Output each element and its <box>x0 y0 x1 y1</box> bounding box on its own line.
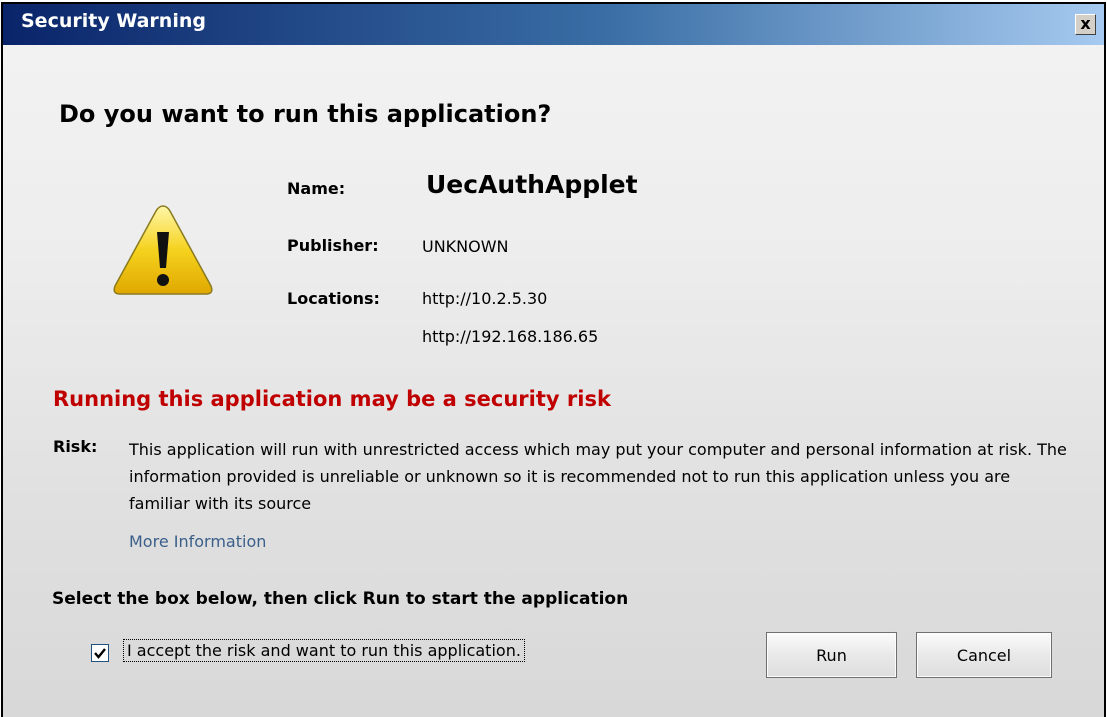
checkmark-icon <box>94 648 106 659</box>
risk-description: This application will run with unrestric… <box>129 440 1067 513</box>
location-item: http://10.2.5.30 <box>422 289 548 308</box>
close-button[interactable]: x <box>1075 14 1096 35</box>
accept-risk-checkbox[interactable] <box>91 644 109 662</box>
risk-label: Risk: <box>53 437 98 456</box>
application-name: UecAuthApplet <box>426 170 638 199</box>
publisher-value: UNKNOWN <box>422 237 509 256</box>
dialog-title: Security Warning <box>21 10 206 32</box>
accept-risk-label[interactable]: I accept the risk and want to run this a… <box>123 639 525 662</box>
more-information-link[interactable]: More Information <box>129 532 266 551</box>
warning-triangle-icon <box>113 205 213 295</box>
title-bar[interactable]: Security Warning x <box>3 4 1104 45</box>
security-warning-dialog: Security Warning x Do you want to run th… <box>1 2 1106 717</box>
run-button[interactable]: Run <box>766 632 897 678</box>
locations-label: Locations: <box>287 289 380 308</box>
dialog-question: Do you want to run this application? <box>59 100 552 128</box>
location-item: http://192.168.186.65 <box>422 327 599 346</box>
name-label: Name: <box>287 179 346 198</box>
instruction-text: Select the box below, then click Run to … <box>52 589 629 609</box>
risk-heading: Running this application may be a securi… <box>53 387 611 411</box>
close-icon: x <box>1080 14 1091 33</box>
cancel-button[interactable]: Cancel <box>916 632 1052 678</box>
publisher-label: Publisher: <box>287 236 379 255</box>
